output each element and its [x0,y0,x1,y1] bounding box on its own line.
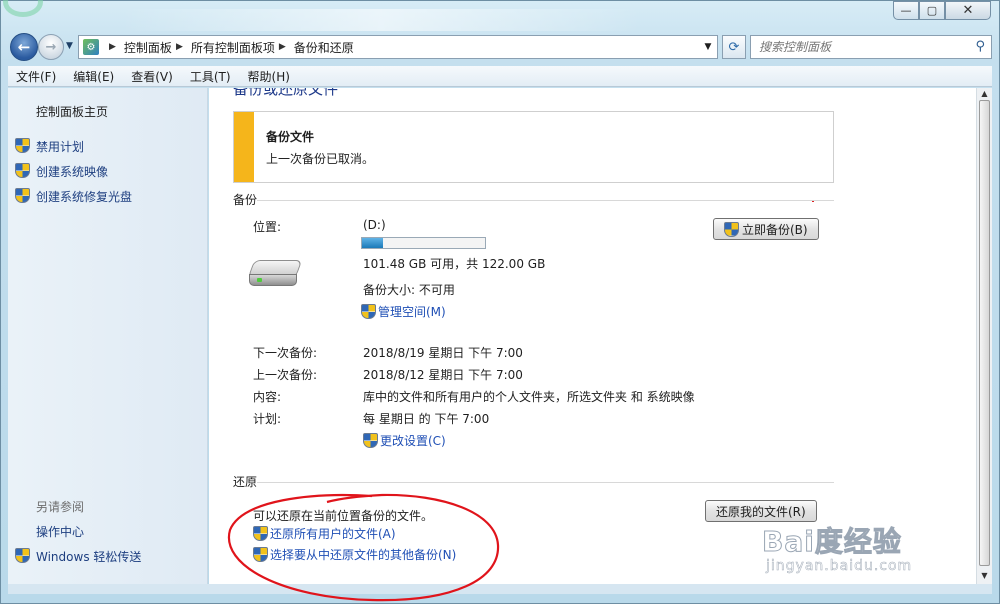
create-repair-disc-link[interactable]: 创建系统修复光盘 [36,188,132,205]
restore-description: 可以还原在当前位置备份的文件。 [253,509,434,523]
forward-button[interactable]: → [38,34,64,60]
location-value: (D:) [363,218,386,232]
uac-shield-icon [363,433,378,448]
minimize-button[interactable]: — [893,1,919,20]
menu-view[interactable]: 查看(V) [131,68,173,85]
select-other-backup-label: 选择要从中还原文件的其他备份(N) [270,548,457,562]
refresh-icon: ⟳ [728,39,740,55]
search-icon[interactable]: ⚲ [975,39,985,54]
uac-shield-icon [15,138,30,153]
manage-space-link[interactable]: 管理空间(M) [361,303,446,320]
close-icon: ✕ [962,3,974,18]
restore-section-heading: 还原 [233,475,258,489]
contents-value: 库中的文件和所有用户的个人文件夹，所选文件夹 和 系统映像 [363,390,695,404]
page-title: 备份或还原文件 [233,88,339,98]
uac-shield-icon [253,547,268,562]
contents-label: 内容: [253,390,282,404]
back-button[interactable]: ← [10,33,38,61]
change-settings-link[interactable]: 更改设置(C) [363,432,446,449]
windows-easy-transfer-link[interactable]: Windows 轻松传送 [36,548,141,565]
disk-usage-fill [362,238,383,248]
scroll-down-icon[interactable]: ▼ [979,571,990,580]
notice-accent-bar [234,112,254,182]
navigation-bar: ← → ▼ ⚙ ▶ 控制面板 ▶ 所有控制面板项 ▶ 备份和还原 ▼ ⟳ ⚲ [8,32,992,61]
next-backup-label: 下一次备份: [253,346,318,360]
control-panel-icon: ⚙ [83,39,99,55]
select-other-backup-link[interactable]: 选择要从中还原文件的其他备份(N) [253,546,456,563]
breadcrumb-separator-icon[interactable]: ▶ [176,42,183,52]
location-label: 位置: [253,220,282,234]
uac-shield-icon [724,221,739,237]
uac-shield-icon [253,526,268,541]
search-input[interactable] [759,40,959,54]
uac-shield-icon [15,163,30,178]
scrollbar-thumb[interactable] [979,100,990,566]
search-box: ⚲ [750,35,992,59]
last-backup-value: 2018/8/12 星期日 下午 7:00 [363,368,523,382]
restore-my-files-button[interactable]: 还原我的文件(R) [705,500,817,522]
window-bottom-edge [8,584,992,594]
change-settings-label: 更改设置(C) [380,434,446,448]
menu-tools[interactable]: 工具(T) [190,68,231,85]
action-center-link[interactable]: 操作中心 [36,523,84,540]
restore-all-users-link[interactable]: 还原所有用户的文件(A) [253,525,396,542]
menu-file[interactable]: 文件(F) [16,68,56,85]
disable-schedule-link[interactable]: 禁用计划 [36,138,84,155]
maximize-icon: ▢ [926,4,938,17]
forward-arrow-icon: → [45,39,57,55]
breadcrumb-backup-restore[interactable]: 备份和还原 [294,39,354,56]
menu-help[interactable]: 帮助(H) [248,68,290,85]
window-controls: — ▢ ✕ [893,1,991,20]
task-pane: 控制面板主页 禁用计划 创建系统映像 创建系统修复光盘 另请参阅 操作中心 Wi… [8,88,208,584]
vertical-scrollbar[interactable]: ▲ ▼ [976,88,992,584]
control-panel-home-link[interactable]: 控制面板主页 [36,103,108,120]
backup-now-label: 立即备份(B) [742,222,808,237]
minimize-icon: — [900,4,912,17]
restore-my-files-label: 还原我的文件(R) [716,504,806,519]
backup-now-button[interactable]: 立即备份(B) [713,218,819,240]
next-backup-value: 2018/8/19 星期日 下午 7:00 [363,346,523,360]
backup-notice: 备份文件 上一次备份已取消。 [233,111,834,183]
back-arrow-icon: ← [17,38,31,56]
uac-shield-icon [361,304,376,319]
last-backup-label: 上一次备份: [253,368,318,382]
restore-all-users-label: 还原所有用户的文件(A) [270,527,396,541]
close-button[interactable]: ✕ [945,1,991,20]
see-also-heading: 另请参阅 [36,500,85,514]
disk-space-text: 101.48 GB 可用，共 122.00 GB [363,257,546,271]
schedule-label: 计划: [253,412,282,426]
refresh-button[interactable]: ⟳ [722,35,746,59]
hard-drive-icon [247,260,303,290]
breadcrumb-separator-icon[interactable]: ▶ [109,42,116,52]
notice-text: 上一次备份已取消。 [266,152,375,166]
background-blur [121,9,641,31]
history-dropdown-icon[interactable]: ▼ [66,41,73,51]
scroll-up-icon[interactable]: ▲ [979,89,990,98]
create-system-image-link[interactable]: 创建系统映像 [36,163,108,180]
breadcrumb-separator-icon[interactable]: ▶ [279,42,286,52]
breadcrumb-control-panel[interactable]: 控制面板 [124,39,172,56]
uac-shield-icon [15,548,30,563]
disk-usage-bar [361,237,486,249]
backup-size-text: 备份大小: 不可用 [363,283,455,297]
section-divider [257,200,834,201]
menu-edit[interactable]: 编辑(E) [73,68,114,85]
uac-shield-icon [15,188,30,203]
schedule-value: 每 星期日 的 下午 7:00 [363,412,490,426]
address-bar[interactable]: ⚙ ▶ 控制面板 ▶ 所有控制面板项 ▶ 备份和还原 ▼ [78,35,718,59]
breadcrumb-all-items[interactable]: 所有控制面板项 [191,39,275,56]
backup-section-heading: 备份 [233,193,258,207]
maximize-button[interactable]: ▢ [919,1,945,20]
menu-bar: 文件(F) 编辑(E) 查看(V) 工具(T) 帮助(H) [8,66,992,87]
notice-title: 备份文件 [266,130,315,144]
content-pane: 备份或还原文件 备份文件 上一次备份已取消。 备份 位置: (D:) 101.4… [209,88,976,584]
manage-space-label: 管理空间(M) [378,305,446,319]
address-dropdown-icon[interactable]: ▼ [699,36,717,58]
app-logo-icon [3,0,43,17]
section-divider [257,482,834,483]
